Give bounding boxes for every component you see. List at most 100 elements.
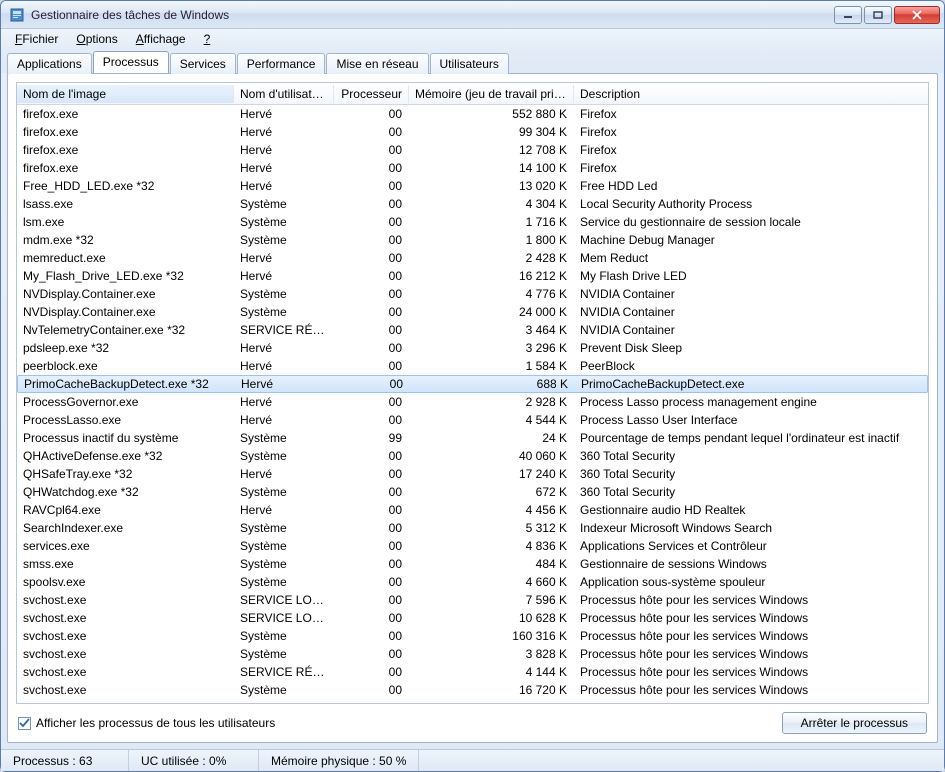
tab-performance[interactable]: Performance: [237, 53, 326, 74]
table-row[interactable]: spoolsv.exeSystème004 660 KApplication s…: [17, 573, 928, 591]
table-row[interactable]: ProcessGovernor.exeHervé002 928 KProcess…: [17, 393, 928, 411]
table-row[interactable]: services.exeSystème004 836 KApplications…: [17, 537, 928, 555]
tab-applications[interactable]: Applications: [7, 53, 92, 74]
tab-users[interactable]: Utilisateurs: [430, 53, 509, 74]
table-row[interactable]: NvTelemetryContainer.exe *32SERVICE RÉSE…: [17, 321, 928, 339]
cell-description: Processus hôte pour les services Windows: [574, 591, 928, 609]
cell-cpu: 00: [334, 177, 409, 195]
cell-image: QHActiveDefense.exe *32: [17, 447, 234, 465]
menu-help[interactable]: ?: [196, 31, 219, 47]
column-header-description[interactable]: Description: [574, 85, 928, 103]
table-row[interactable]: NVDisplay.Container.exeSystème0024 000 K…: [17, 303, 928, 321]
table-row[interactable]: firefox.exeHervé0014 100 KFirefox: [17, 159, 928, 177]
cell-description: Firefox: [574, 159, 928, 177]
table-row[interactable]: SearchIndexer.exeSystème005 312 KIndexeu…: [17, 519, 928, 537]
cell-cpu: 00: [334, 105, 409, 123]
cell-description: Local Security Authority Process: [574, 195, 928, 213]
cell-cpu: 00: [334, 231, 409, 249]
cell-description: PrimoCacheBackupDetect.exe: [575, 375, 927, 393]
table-row[interactable]: mdm.exe *32Système001 800 KMachine Debug…: [17, 231, 928, 249]
table-row[interactable]: pdsleep.exe *32Hervé003 296 KPrevent Dis…: [17, 339, 928, 357]
cell-cpu: 00: [334, 303, 409, 321]
cell-user: SERVICE RÉSEAU: [234, 321, 334, 339]
menu-options[interactable]: Options: [68, 31, 125, 47]
table-row[interactable]: ProcessLasso.exeHervé004 544 KProcess La…: [17, 411, 928, 429]
cell-description: Service du gestionnaire de session local…: [574, 213, 928, 231]
table-row[interactable]: memreduct.exeHervé002 428 KMem Reduct: [17, 249, 928, 267]
cell-user: Hervé: [234, 501, 334, 519]
table-row[interactable]: RAVCpl64.exeHervé004 456 KGestionnaire a…: [17, 501, 928, 519]
table-row[interactable]: svchost.exeSystème0016 720 KProcessus hô…: [17, 681, 928, 699]
table-row[interactable]: QHWatchdog.exe *32Système00672 K360 Tota…: [17, 483, 928, 501]
cell-cpu: 00: [334, 447, 409, 465]
app-icon: [9, 7, 25, 23]
cell-memory: 484 K: [409, 555, 574, 573]
tab-network[interactable]: Mise en réseau: [326, 53, 428, 74]
tab-processes[interactable]: Processus: [93, 51, 169, 73]
cell-cpu: 00: [334, 663, 409, 681]
table-row[interactable]: svchost.exeSystème002 808 KProcessus hôt…: [17, 699, 928, 703]
table-row[interactable]: svchost.exeSystème003 828 KProcessus hôt…: [17, 645, 928, 663]
cell-description: Application sous-système spouleur: [574, 573, 928, 591]
close-button[interactable]: [894, 6, 940, 24]
tab-body: Nom de l'image Nom d'utilisateur Process…: [7, 73, 938, 743]
table-row[interactable]: PrimoCacheBackupDetect.exe *32Hervé00688…: [17, 375, 928, 393]
cell-image: My_Flash_Drive_LED.exe *32: [17, 267, 234, 285]
column-header-user[interactable]: Nom d'utilisateur: [234, 85, 334, 103]
list-body[interactable]: firefox.exeHervé00552 880 KFirefoxfirefo…: [17, 105, 928, 703]
cell-image: SearchIndexer.exe: [17, 519, 234, 537]
cell-memory: 24 K: [409, 429, 574, 447]
table-row[interactable]: lsm.exeSystème001 716 KService du gestio…: [17, 213, 928, 231]
table-row[interactable]: Free_HDD_LED.exe *32Hervé0013 020 KFree …: [17, 177, 928, 195]
cell-description: Applications Services et Contrôleur: [574, 537, 928, 555]
maximize-button[interactable]: [864, 6, 892, 24]
table-row[interactable]: lsass.exeSystème004 304 KLocal Security …: [17, 195, 928, 213]
minimize-button[interactable]: [834, 6, 862, 24]
cell-description: Gestionnaire de sessions Windows: [574, 555, 928, 573]
cell-memory: 5 312 K: [409, 519, 574, 537]
table-row[interactable]: My_Flash_Drive_LED.exe *32Hervé0016 212 …: [17, 267, 928, 285]
table-row[interactable]: firefox.exeHervé00552 880 KFirefox: [17, 105, 928, 123]
menubar: FFichier Options Affichage ?: [1, 29, 944, 49]
cell-description: Processus hôte pour les services Windows: [574, 681, 928, 699]
table-row[interactable]: svchost.exeSERVICE LOCAL007 596 KProcess…: [17, 591, 928, 609]
cell-user: Hervé: [234, 393, 334, 411]
cell-cpu: 00: [334, 159, 409, 177]
statusbar: Processus : 63 UC utilisée : 0% Mémoire …: [1, 749, 944, 771]
column-header-cpu[interactable]: Processeur: [334, 85, 409, 103]
cell-memory: 3 464 K: [409, 321, 574, 339]
table-row[interactable]: Processus inactif du systèmeSystème9924 …: [17, 429, 928, 447]
cell-memory: 24 000 K: [409, 303, 574, 321]
table-row[interactable]: svchost.exeSERVICE LOCAL0010 628 KProces…: [17, 609, 928, 627]
table-row[interactable]: QHActiveDefense.exe *32Système0040 060 K…: [17, 447, 928, 465]
table-row[interactable]: peerblock.exeHervé001 584 KPeerBlock: [17, 357, 928, 375]
cell-cpu: 00: [334, 195, 409, 213]
table-row[interactable]: firefox.exeHervé0099 304 KFirefox: [17, 123, 928, 141]
cell-description: Prevent Disk Sleep: [574, 339, 928, 357]
cell-user: Hervé: [234, 105, 334, 123]
cell-memory: 99 304 K: [409, 123, 574, 141]
table-row[interactable]: svchost.exeSERVICE RÉSEAU004 144 KProces…: [17, 663, 928, 681]
tab-services[interactable]: Services: [170, 53, 236, 74]
table-row[interactable]: firefox.exeHervé0012 708 KFirefox: [17, 141, 928, 159]
status-cpu-usage: UC utilisée : 0%: [129, 750, 259, 771]
cell-user: Hervé: [234, 141, 334, 159]
column-header-memory[interactable]: Mémoire (jeu de travail privé): [409, 85, 574, 103]
titlebar[interactable]: Gestionnaire des tâches de Windows: [1, 1, 944, 29]
cell-cpu: 00: [334, 555, 409, 573]
table-row[interactable]: QHSafeTray.exe *32Hervé0017 240 K360 Tot…: [17, 465, 928, 483]
window-controls: [832, 6, 940, 24]
cell-user: SERVICE LOCAL: [234, 609, 334, 627]
cell-image: memreduct.exe: [17, 249, 234, 267]
column-header-image[interactable]: Nom de l'image: [17, 85, 234, 103]
menu-view[interactable]: Affichage: [128, 31, 194, 47]
show-all-users-checkbox[interactable]: Afficher les processus de tous les utili…: [18, 716, 772, 730]
cell-image: NvTelemetryContainer.exe *32: [17, 321, 234, 339]
table-row[interactable]: NVDisplay.Container.exeSystème004 776 KN…: [17, 285, 928, 303]
table-row[interactable]: smss.exeSystème00484 KGestionnaire de se…: [17, 555, 928, 573]
menu-file[interactable]: FFichier: [7, 31, 66, 47]
end-process-button[interactable]: Arrêter le processus: [782, 712, 927, 734]
table-row[interactable]: svchost.exeSystème00160 316 KProcessus h…: [17, 627, 928, 645]
cell-memory: 688 K: [410, 375, 575, 393]
cell-cpu: 99: [334, 429, 409, 447]
